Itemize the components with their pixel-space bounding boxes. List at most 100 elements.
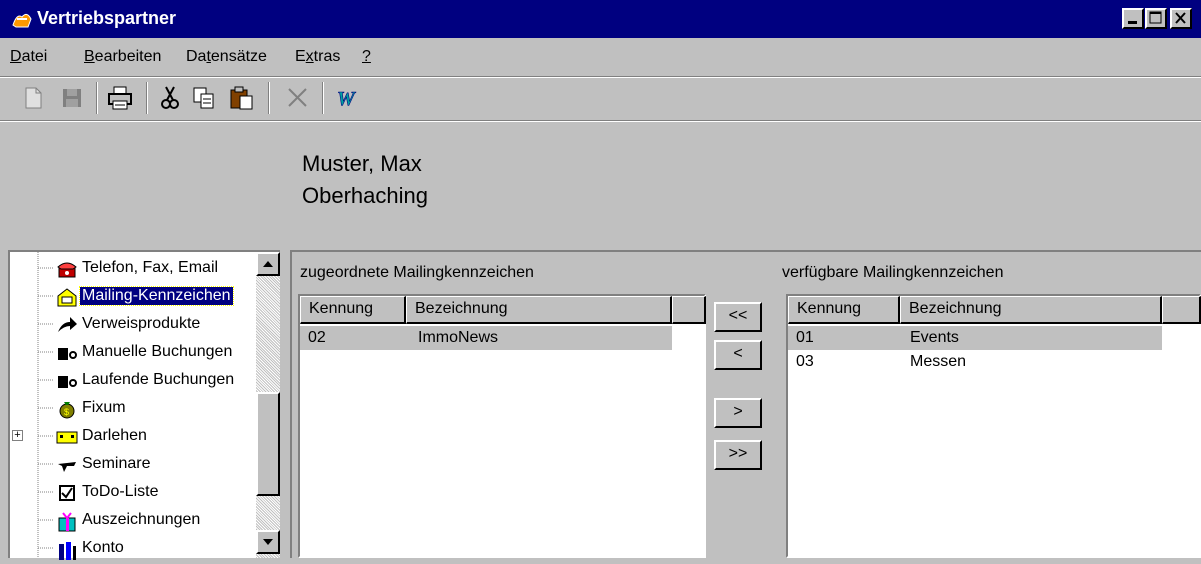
app-icon — [12, 13, 32, 28]
tree-item-label: Auszeichnungen — [82, 511, 201, 528]
word-button[interactable]: W — [334, 84, 362, 112]
tree-item-darlehen[interactable]: Darlehen — [10, 424, 270, 452]
svg-text:$: $ — [64, 407, 69, 417]
close-button[interactable] — [1170, 8, 1192, 29]
tree-item-konto[interactable]: Konto — [10, 536, 270, 564]
account-icon — [59, 542, 76, 560]
new-button[interactable] — [20, 84, 48, 112]
menu-datensaetze[interactable]: Datensätze — [186, 48, 267, 66]
partner-city: Oberhaching — [302, 183, 428, 208]
menu-bar: Datei Bearbeiten Datensätze Extras ? — [0, 42, 1201, 72]
available-title: verfügbare Mailingkennzeichen — [782, 264, 1004, 281]
copy-button[interactable] — [190, 84, 218, 112]
cell-kennung: 03 — [796, 353, 814, 370]
mailbox-icon — [57, 288, 77, 307]
available-list[interactable]: Kennung Bezeichnung 01 Events 03 Messen — [786, 294, 1201, 558]
toolbar-separator — [322, 82, 324, 114]
new-document-icon — [25, 87, 42, 109]
move-all-right-button[interactable]: >> — [714, 440, 762, 470]
copy-icon — [193, 87, 214, 109]
tree-item-auszeichnungen[interactable]: Auszeichnungen — [10, 508, 270, 536]
window-title: Vertriebspartner — [37, 8, 177, 28]
navigation-tree: + Telefon, Fax, Email Mailing-Kennzeiche… — [8, 250, 280, 560]
table-row[interactable]: 03 Messen — [788, 350, 1162, 374]
maximize-icon — [1149, 11, 1162, 24]
booking-icon — [58, 348, 77, 360]
partner-name: Muster, Max — [302, 151, 422, 176]
save-button[interactable] — [58, 84, 86, 112]
minimize-button[interactable] — [1122, 8, 1144, 29]
tree-item-telefon[interactable]: Telefon, Fax, Email — [10, 256, 270, 284]
tree-item-seminare[interactable]: Seminare — [10, 452, 270, 480]
table-row[interactable]: 02 ImmoNews — [300, 326, 672, 350]
menu-extras[interactable]: Extras — [295, 48, 340, 66]
printer-icon — [108, 86, 132, 110]
arrow-down-icon — [263, 539, 273, 545]
column-header-bezeichnung[interactable]: Bezeichnung — [900, 296, 1162, 324]
title-bar: Vertriebspartner — [0, 0, 1201, 38]
cell-kennung: 01 — [796, 329, 814, 346]
tree-item-label: Konto — [82, 539, 124, 556]
tree-item-label: Laufende Buchungen — [82, 371, 235, 388]
column-header-filler — [672, 296, 706, 324]
tree-item-label: Darlehen — [82, 427, 147, 444]
paste-clipboard-icon — [230, 86, 253, 110]
toolbar-top-divider — [0, 76, 1201, 78]
scroll-thumb[interactable] — [256, 392, 280, 496]
assigned-list[interactable]: Kennung Bezeichnung 02 ImmoNews — [298, 294, 706, 558]
paste-button[interactable] — [228, 84, 256, 112]
svg-text:W: W — [337, 88, 356, 110]
table-row[interactable]: 01 Events — [788, 326, 1162, 350]
floppy-disk-icon — [63, 89, 81, 107]
minimize-icon — [1128, 21, 1137, 24]
tree-item-label: Verweisprodukte — [82, 315, 201, 332]
cut-button[interactable] — [156, 84, 184, 112]
delete-button[interactable] — [284, 84, 312, 112]
tree-item-label: Seminare — [82, 455, 151, 472]
cell-bezeichnung: Events — [910, 329, 959, 346]
money-bag-icon: $ — [59, 402, 75, 419]
menu-bearbeiten[interactable]: Bearbeiten — [84, 48, 161, 66]
booking-icon — [58, 376, 77, 388]
move-all-left-button[interactable]: << — [714, 302, 762, 332]
cell-kennung: 02 — [308, 329, 326, 346]
column-header-filler — [1162, 296, 1201, 324]
column-header-kennung[interactable]: Kennung — [300, 296, 406, 324]
toolbar-separator — [268, 82, 270, 114]
tree-item-manuelle-buchungen[interactable]: Manuelle Buchungen — [10, 340, 270, 368]
tree-item-todo-liste[interactable]: ToDo-Liste — [10, 480, 270, 508]
tree-item-label: Fixum — [82, 399, 126, 416]
assigned-title: zugeordnete Mailingkennzeichen — [300, 264, 534, 281]
partner-header: Muster, Max Oberhaching — [302, 148, 428, 212]
print-button[interactable] — [106, 84, 134, 112]
gift-icon — [58, 512, 76, 532]
maximize-button[interactable] — [1145, 8, 1167, 29]
word-w-icon: W — [337, 88, 357, 111]
tree-item-label: Telefon, Fax, Email — [82, 259, 219, 276]
tree-item-laufende-buchungen[interactable]: Laufende Buchungen — [10, 368, 270, 396]
tree-item-mailing-kennzeichen[interactable]: Mailing-Kennzeichen — [10, 284, 270, 312]
tree-item-fixum[interactable]: $ Fixum — [10, 396, 270, 424]
tree-item-label: Mailing-Kennzeichen — [79, 286, 234, 306]
scroll-down-button[interactable] — [256, 530, 280, 554]
telephone-icon — [57, 262, 77, 278]
tree-item-label: ToDo-Liste — [82, 483, 159, 500]
scissors-icon — [161, 86, 179, 109]
close-icon — [1175, 12, 1186, 24]
cell-bezeichnung: ImmoNews — [418, 329, 499, 346]
menu-help[interactable]: ? — [362, 48, 371, 66]
toolbar-separator — [96, 82, 98, 114]
seminar-icon — [58, 462, 76, 472]
cell-bezeichnung: Messen — [910, 353, 967, 370]
scroll-up-button[interactable] — [256, 252, 280, 276]
move-left-button[interactable]: < — [714, 340, 762, 370]
delete-x-icon — [288, 88, 307, 107]
menu-datei[interactable]: Datei — [10, 48, 47, 66]
redirect-arrow-icon — [58, 317, 77, 332]
loan-icon — [56, 431, 78, 444]
checkbox-icon — [59, 485, 75, 501]
move-right-button[interactable]: > — [714, 398, 762, 428]
tree-item-verweisprodukte[interactable]: Verweisprodukte — [10, 312, 270, 340]
column-header-bezeichnung[interactable]: Bezeichnung — [406, 296, 672, 324]
column-header-kennung[interactable]: Kennung — [788, 296, 900, 324]
